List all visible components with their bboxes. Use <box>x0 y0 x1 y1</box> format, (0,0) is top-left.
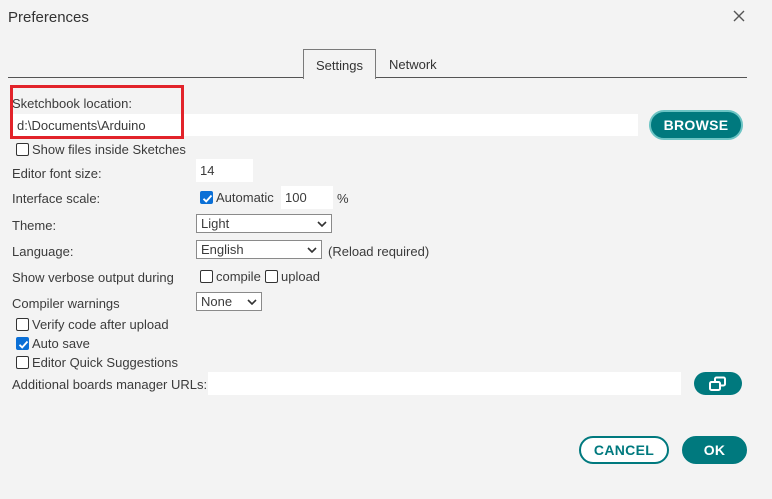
theme-value: Light <box>201 216 230 231</box>
dialog-title: Preferences <box>8 9 89 26</box>
automatic-label: Automatic <box>216 190 274 205</box>
show-files-checkbox[interactable] <box>16 143 29 156</box>
theme-select[interactable]: Light <box>196 214 332 233</box>
interface-scale-input[interactable] <box>281 186 333 209</box>
cancel-button[interactable]: CANCEL <box>579 436 669 464</box>
compiler-warnings-value: None <box>201 294 233 309</box>
boards-urls-input[interactable] <box>208 372 681 395</box>
font-size-input[interactable] <box>196 159 253 182</box>
verify-option[interactable]: Verify code after upload <box>16 317 169 332</box>
show-files-label: Show files inside Sketches <box>32 142 186 157</box>
automatic-checkbox[interactable] <box>200 191 213 204</box>
ok-button[interactable]: OK <box>682 436 747 464</box>
quick-suggestions-checkbox[interactable] <box>16 356 29 369</box>
auto-save-label: Auto save <box>32 336 90 351</box>
upload-checkbox[interactable] <box>265 270 278 283</box>
open-window-icon <box>709 376 726 391</box>
compile-label: compile <box>216 269 261 284</box>
language-note: (Reload required) <box>328 244 430 259</box>
show-files-option[interactable]: Show files inside Sketches <box>16 142 186 157</box>
auto-save-option[interactable]: Auto save <box>16 336 90 351</box>
compiler-warnings-label: Compiler warnings <box>12 296 120 311</box>
checkmark-icon <box>18 340 29 349</box>
verbose-upload-option[interactable]: upload <box>265 269 320 284</box>
upload-label: upload <box>281 269 321 284</box>
auto-save-checkbox[interactable] <box>16 337 29 350</box>
edit-urls-button[interactable] <box>694 372 742 395</box>
automatic-option[interactable]: Automatic <box>200 190 274 205</box>
theme-label: Theme: <box>12 218 57 233</box>
compiler-warnings-select[interactable]: None <box>196 292 262 311</box>
close-icon[interactable] <box>731 8 747 24</box>
quick-suggestions-option[interactable]: Editor Quick Suggestions <box>16 355 178 370</box>
boards-urls-label: Additional boards manager URLs: <box>12 377 208 392</box>
language-select[interactable]: English <box>196 240 322 259</box>
chevron-down-icon <box>317 220 327 227</box>
browse-button[interactable]: BROWSE <box>649 110 743 140</box>
highlight-box <box>10 85 184 139</box>
percent-unit: % <box>337 191 349 206</box>
tab-settings[interactable]: Settings <box>303 49 376 79</box>
language-value: English <box>201 242 244 257</box>
chevron-down-icon <box>307 246 317 253</box>
verbose-compile-option[interactable]: compile <box>200 269 261 284</box>
font-size-label: Editor font size: <box>12 166 102 181</box>
verify-checkbox[interactable] <box>16 318 29 331</box>
verbose-output-label: Show verbose output during <box>12 270 174 285</box>
interface-scale-label: Interface scale: <box>12 191 101 206</box>
chevron-down-icon <box>247 298 257 305</box>
tab-network[interactable]: Network <box>389 57 437 72</box>
quick-suggestions-label: Editor Quick Suggestions <box>32 355 178 370</box>
tabs-divider <box>8 77 747 78</box>
verify-label: Verify code after upload <box>32 317 169 332</box>
checkmark-icon <box>202 194 213 203</box>
language-label: Language: <box>12 244 74 259</box>
compile-checkbox[interactable] <box>200 270 213 283</box>
